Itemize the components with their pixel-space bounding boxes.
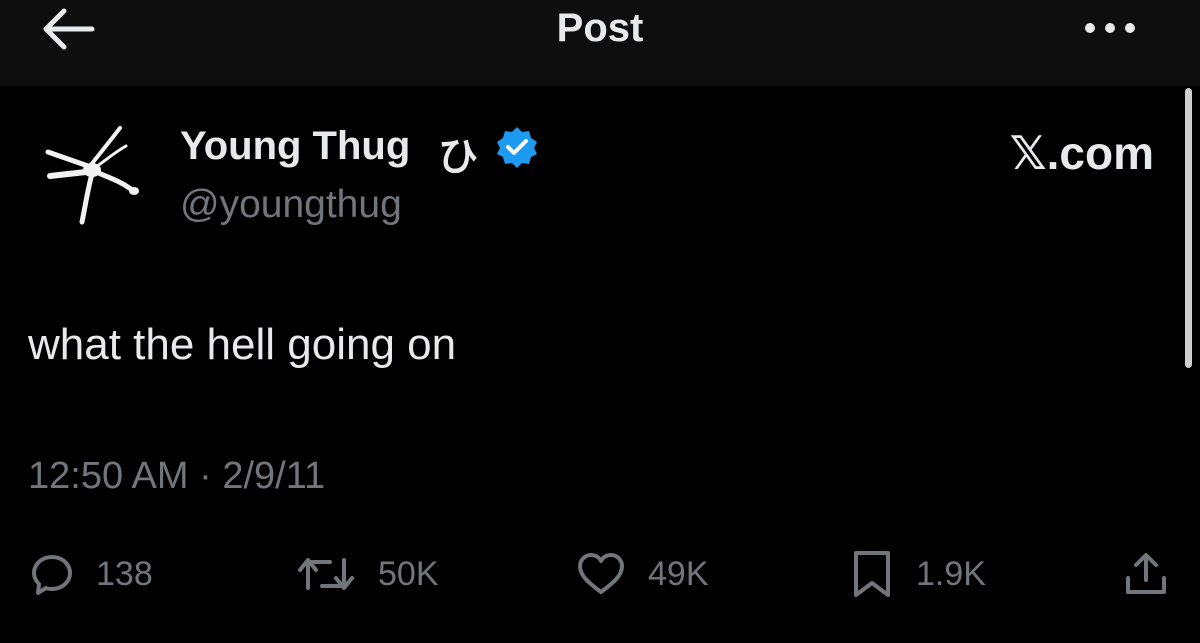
post-timestamp[interactable]: 12:50 AM · 2/9/11 xyxy=(28,455,325,498)
share-button[interactable] xyxy=(1122,548,1170,600)
like-button[interactable]: 49K xyxy=(576,548,709,600)
reply-icon xyxy=(32,555,72,595)
more-options-button[interactable] xyxy=(1080,10,1140,46)
author-handle[interactable]: @youngthug xyxy=(180,183,402,227)
verified-badge-icon[interactable] xyxy=(496,126,538,168)
repost-count: 50K xyxy=(378,554,439,593)
spider-logo-avatar xyxy=(45,126,139,225)
author-display-name[interactable]: Young Thug xyxy=(180,124,410,169)
bookmark-icon xyxy=(854,551,890,597)
bookmark-count: 1.9K xyxy=(916,554,986,593)
like-icon xyxy=(578,553,624,594)
repost-button[interactable]: 50K xyxy=(296,548,439,600)
reply-count: 138 xyxy=(96,554,153,593)
post-text: what the hell going on xyxy=(28,320,457,369)
scrollbar[interactable] xyxy=(1185,88,1192,368)
more-dots-icon xyxy=(1085,23,1135,33)
repost-icon xyxy=(298,558,354,590)
author-avatar[interactable] xyxy=(40,118,150,228)
bookmark-button[interactable]: 1.9K xyxy=(850,548,986,600)
top-bar: Post xyxy=(0,0,1200,86)
reply-button[interactable]: 138 xyxy=(30,548,153,600)
like-count: 49K xyxy=(648,554,709,593)
author-name-symbol: ひ xyxy=(438,135,478,179)
brand-watermark: 𝕏.com xyxy=(1009,127,1154,179)
page-title: Post xyxy=(556,6,644,50)
share-icon xyxy=(1126,553,1166,594)
